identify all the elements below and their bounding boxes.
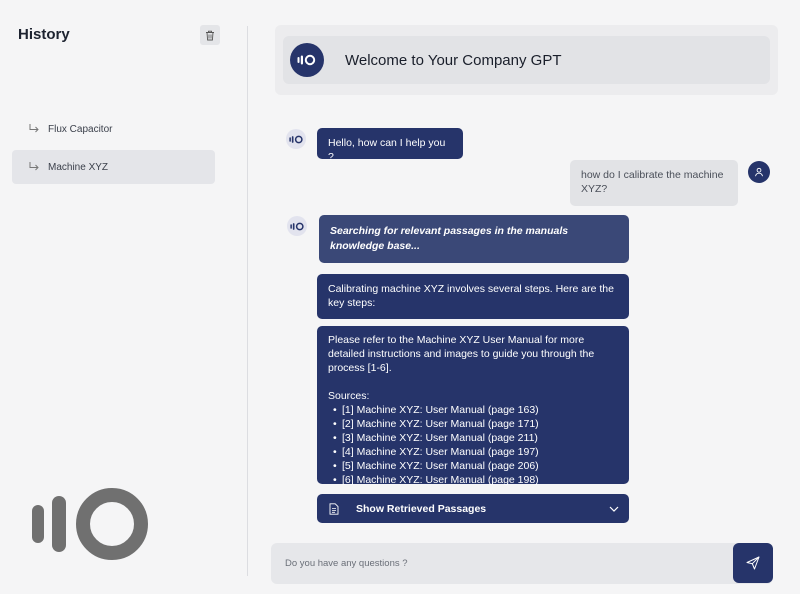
history-list: Flux Capacitor Machine XYZ <box>12 112 215 188</box>
chat-header-inner: Welcome to Your Company GPT <box>283 36 770 84</box>
bot-avatar <box>287 216 307 236</box>
logo-icon <box>297 54 316 66</box>
history-item-flux-capacitor[interactable]: Flux Capacitor <box>12 112 215 146</box>
sidebar: History Flux Capacitor Machine XYZ <box>0 0 247 594</box>
bot-avatar <box>290 43 324 77</box>
logo-icon <box>289 222 304 230</box>
source-item: [5] Machine XYZ: User Manual (page 206) <box>328 459 618 473</box>
bot-message-searching: Searching for relevant passages in the m… <box>319 215 629 263</box>
source-item: [1] Machine XYZ: User Manual (page 163) <box>328 403 618 417</box>
history-item-label: Machine XYZ <box>48 161 109 173</box>
document-icon <box>329 502 339 515</box>
source-item: [6] Machine XYZ: User Manual (page 198) <box>328 473 618 487</box>
user-avatar <box>748 161 770 183</box>
retrieved-label: Show Retrieved Passages <box>356 502 487 515</box>
show-retrieved-passages-button[interactable]: Show Retrieved Passages <box>317 494 629 523</box>
page-title: Welcome to Your Company GPT <box>345 51 562 69</box>
bot-message-greeting: Hello, how can I help you ? <box>317 128 463 163</box>
bot-message-sources: Please refer to the Machine XYZ User Man… <box>317 326 629 487</box>
source-item: [3] Machine XYZ: User Manual (page 211) <box>328 431 618 445</box>
bot-avatar <box>286 129 306 149</box>
reply-arrow-icon <box>28 161 40 173</box>
source-item: [4] Machine XYZ: User Manual (page 197) <box>328 445 618 459</box>
user-icon <box>755 167 763 177</box>
logo-icon <box>288 135 303 143</box>
chevron-down-icon <box>609 506 619 512</box>
trash-icon <box>206 30 214 40</box>
clear-history-button[interactable] <box>200 25 220 45</box>
history-item-machine-xyz[interactable]: Machine XYZ <box>12 150 215 184</box>
history-item-label: Flux Capacitor <box>48 123 113 135</box>
send-icon <box>746 556 760 570</box>
sources-label: Sources: <box>328 390 370 402</box>
reply-arrow-icon <box>28 123 40 135</box>
question-input-wrapper <box>271 543 773 584</box>
user-message: how do I calibrate the machine XYZ? <box>570 160 738 206</box>
history-title: History <box>18 26 70 43</box>
source-item: [2] Machine XYZ: User Manual (page 171) <box>328 417 618 431</box>
bot-message-calibration: Calibrating machine XYZ involves several… <box>317 274 629 319</box>
chat-header: Welcome to Your Company GPT <box>275 25 778 95</box>
refer-text: Please refer to the Machine XYZ User Man… <box>328 334 595 374</box>
send-button[interactable] <box>733 543 773 583</box>
logo-icon <box>30 487 150 568</box>
question-input[interactable] <box>271 543 721 584</box>
sources-list: [1] Machine XYZ: User Manual (page 163) … <box>328 403 618 487</box>
sidebar-divider <box>247 26 248 576</box>
